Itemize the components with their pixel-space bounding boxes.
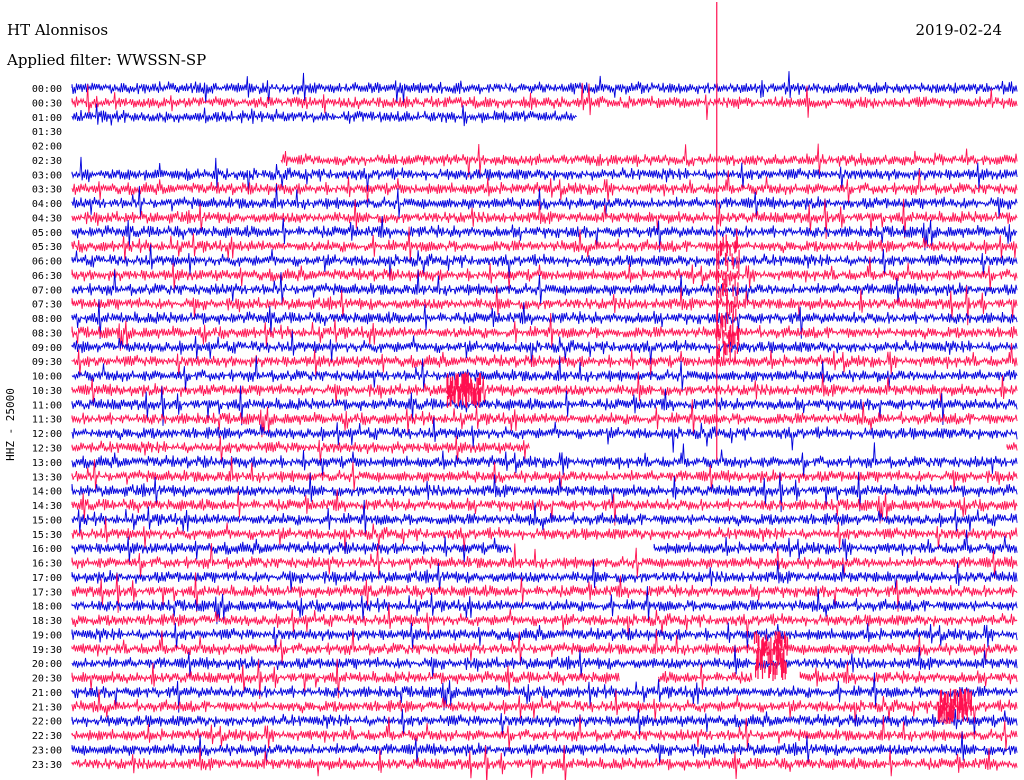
row-time-label: 15:00 xyxy=(32,515,62,526)
row-time-label: 17:30 xyxy=(32,587,62,598)
row-time-label: 20:30 xyxy=(32,674,62,685)
row-time-label: 05:00 xyxy=(32,228,62,239)
row-time-label: 06:00 xyxy=(32,257,62,268)
seismic-event xyxy=(753,631,789,681)
row-time-label: 07:30 xyxy=(32,300,62,311)
row-time-label: 22:30 xyxy=(32,731,62,742)
row-time-label: 05:30 xyxy=(32,242,62,253)
seismogram-svg: 00:00 00:30 01:00 01:30 02:00 02:30 03:00 03:30… xyxy=(32,2,1018,780)
row-time-label: 23:00 xyxy=(32,745,62,756)
channel-axis-label: HHZ - 25000 xyxy=(3,388,17,461)
row-time-label: 19:00 xyxy=(32,630,62,641)
row-time-label: 00:30 xyxy=(32,98,62,109)
row-time-label: 00:00 xyxy=(32,84,62,95)
row-time-label: 06:30 xyxy=(32,271,62,282)
row-time-label: 14:00 xyxy=(32,487,62,498)
row-time-label: 01:00 xyxy=(32,113,62,124)
row-time-label: 23:30 xyxy=(32,760,62,771)
helicorder-plot: HT Alonnisos 2019-02-24 Applied filter: … xyxy=(0,0,1024,780)
row-time-label: 11:30 xyxy=(32,415,62,426)
row-time-label: 03:30 xyxy=(32,185,62,196)
row-time-label: 15:30 xyxy=(32,530,62,541)
row-time-label: 10:00 xyxy=(32,372,62,383)
row-time-label: 19:30 xyxy=(32,645,62,656)
row-time-label: 16:30 xyxy=(32,559,62,570)
row-time-label: 13:30 xyxy=(32,472,62,483)
row-time-label: 09:30 xyxy=(32,357,62,368)
row-time-label: 18:00 xyxy=(32,602,62,613)
seismic-trace xyxy=(71,708,1018,737)
row-time-label: 10:30 xyxy=(32,386,62,397)
row-time-label: 16:00 xyxy=(32,544,62,555)
row-time-label: 21:30 xyxy=(32,702,62,713)
row-time-label: 09:00 xyxy=(32,343,62,354)
row-time-label: 02:30 xyxy=(32,156,62,167)
row-time-label: 01:30 xyxy=(32,127,62,138)
row-time-label: 14:30 xyxy=(32,501,62,512)
row-time-label: 12:30 xyxy=(32,444,62,455)
row-time-label: 17:00 xyxy=(32,573,62,584)
row-time-label: 18:30 xyxy=(32,616,62,627)
row-time-label: 08:00 xyxy=(32,314,62,325)
row-time-label: 04:00 xyxy=(32,199,62,210)
row-time-label: 13:00 xyxy=(32,458,62,469)
row-time-label: 08:30 xyxy=(32,328,62,339)
row-time-label: 12:00 xyxy=(32,429,62,440)
row-time-label: 04:30 xyxy=(32,213,62,224)
seismic-trace xyxy=(71,342,1018,377)
row-time-label: 07:00 xyxy=(32,285,62,296)
row-time-label: 22:00 xyxy=(32,717,62,728)
row-time-label: 02:00 xyxy=(32,142,62,153)
row-time-label: 03:00 xyxy=(32,170,62,181)
row-time-label: 20:00 xyxy=(32,659,62,670)
row-time-label: 11:00 xyxy=(32,400,62,411)
row-time-label: 21:00 xyxy=(32,688,62,699)
